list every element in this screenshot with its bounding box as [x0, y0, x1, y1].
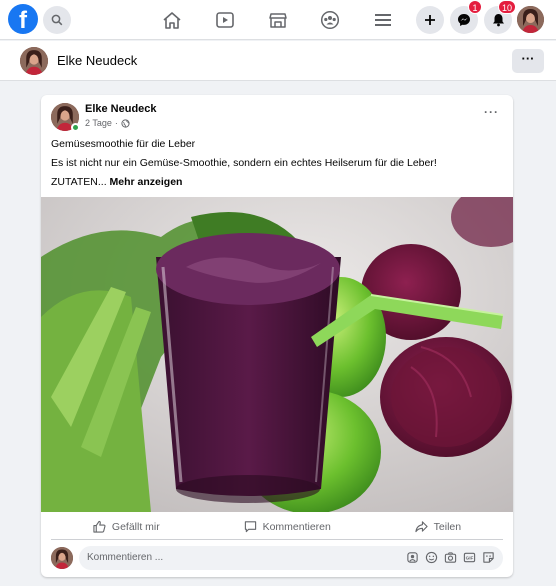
- post-meta: 2 Tage ·: [85, 118, 130, 128]
- hamburger-menu-icon: [375, 14, 391, 26]
- profile-header-bar: Elke Neudeck ···: [0, 41, 556, 81]
- svg-text:GIF: GIF: [466, 556, 474, 561]
- share-label: Teilen: [433, 520, 462, 533]
- search-icon: [51, 14, 63, 26]
- comment-input[interactable]: Kommentieren ... GIF: [79, 546, 503, 570]
- groups-icon: [320, 10, 340, 30]
- sticker-icon[interactable]: [482, 551, 495, 564]
- online-status-dot: [71, 123, 80, 132]
- post-options-button[interactable]: ···: [484, 105, 499, 119]
- meta-separator: ·: [114, 118, 118, 128]
- notifications-button[interactable]: 10: [484, 0, 516, 34]
- top-navigation-bar: f 1 10: [0, 0, 556, 40]
- home-icon: [163, 11, 181, 29]
- gif-icon[interactable]: GIF: [463, 551, 476, 564]
- groups-tab[interactable]: [318, 9, 342, 31]
- home-tab[interactable]: [160, 9, 184, 31]
- post-author-name[interactable]: Elke Neudeck: [85, 103, 157, 115]
- messenger-icon: [458, 14, 470, 26]
- bell-icon: [492, 14, 504, 27]
- post-timestamp[interactable]: 2 Tage: [85, 118, 112, 128]
- share-button[interactable]: Teilen: [415, 520, 461, 533]
- messenger-badge: 1: [468, 0, 482, 14]
- ingredients-label: ZUTATEN...: [51, 176, 107, 188]
- post-text-line-2: Es ist nicht nur ein Gemüse-Smoothie, so…: [51, 157, 437, 169]
- marketplace-tab[interactable]: [266, 9, 290, 31]
- watch-tab[interactable]: [213, 9, 237, 31]
- like-label: Gefällt mir: [111, 520, 160, 533]
- facebook-logo[interactable]: f: [8, 4, 38, 34]
- comment-button[interactable]: Kommentieren: [244, 520, 331, 533]
- comment-composer: Kommentieren ... GIF: [51, 546, 503, 570]
- post-text-line-1: Gemüsesmoothie für die Leber: [51, 138, 196, 150]
- menu-tab[interactable]: [371, 9, 395, 31]
- comment-label: Kommentieren: [262, 520, 331, 533]
- commenter-avatar[interactable]: [51, 547, 73, 569]
- see-more-link[interactable]: Mehr anzeigen: [110, 176, 183, 188]
- profile-avatar[interactable]: [20, 47, 48, 75]
- account-avatar[interactable]: [517, 6, 544, 33]
- globe-icon: [121, 118, 130, 128]
- smoothie-photo: [41, 197, 513, 512]
- search-button[interactable]: [43, 6, 71, 34]
- video-icon: [216, 12, 234, 28]
- thumbs-up-icon: [93, 520, 106, 533]
- profile-more-button[interactable]: ···: [512, 49, 544, 73]
- comment-placeholder: Kommentieren ...: [87, 552, 164, 563]
- camera-icon[interactable]: [444, 551, 457, 564]
- avatar-sticker-icon[interactable]: [406, 551, 419, 564]
- create-button[interactable]: [416, 6, 444, 34]
- notifications-badge: 10: [497, 0, 516, 14]
- profile-name[interactable]: Elke Neudeck: [57, 53, 137, 68]
- post-card: Elke Neudeck 2 Tage · ··· Gemüsesmoothie…: [41, 95, 513, 577]
- marketplace-icon: [269, 13, 287, 28]
- comment-tools: GIF: [406, 551, 495, 564]
- like-button[interactable]: Gefällt mir: [93, 520, 160, 533]
- post-text-line-3: ZUTATEN... Mehr anzeigen: [51, 176, 182, 188]
- post-author-avatar[interactable]: [51, 103, 80, 132]
- emoji-icon[interactable]: [425, 551, 438, 564]
- profile-photo: [517, 6, 544, 33]
- profile-photo: [51, 547, 73, 569]
- messenger-button[interactable]: 1: [450, 0, 482, 34]
- plus-icon: [425, 15, 435, 25]
- share-icon: [415, 521, 428, 533]
- comment-icon: [244, 521, 256, 533]
- profile-photo: [20, 47, 48, 75]
- post-photo[interactable]: [41, 197, 513, 512]
- post-actions: Gefällt mir Kommentieren Teilen: [51, 514, 503, 540]
